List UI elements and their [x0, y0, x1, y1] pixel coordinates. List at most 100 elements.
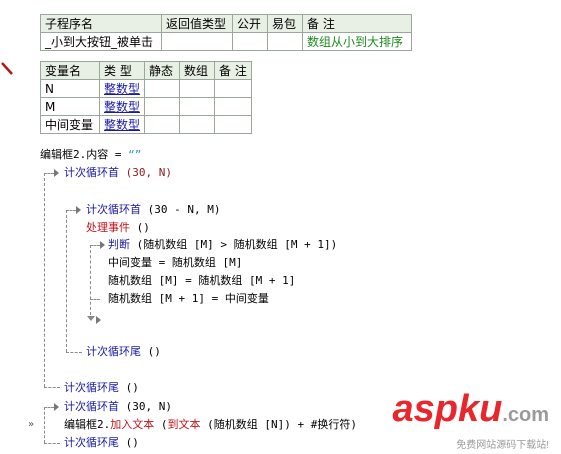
code-line-add-text[interactable]: 编辑框2.加入文本 (到文本 (随机数组 [N]) + #换行符)	[64, 418, 357, 432]
outer-loop-guide	[44, 173, 45, 387]
code-line-loop-outer-end[interactable]: 计次循环尾 ()	[64, 381, 139, 395]
var-array-cell[interactable]	[179, 79, 216, 98]
code-line-assign[interactable]: 编辑框2.内容 = “”	[40, 148, 141, 162]
second-loop-guide	[44, 407, 45, 443]
inner-loop-guide	[66, 210, 67, 352]
to-text-function: 到文本	[167, 418, 201, 431]
if-top-tick	[90, 245, 100, 246]
loop-arrow-icon	[54, 403, 59, 411]
subroutine-name-cell[interactable]: _小到大按钮_被单击	[40, 32, 162, 51]
paren-open: (	[154, 418, 168, 431]
var-array-cell[interactable]	[179, 97, 216, 116]
statement-text: 中间变量 = 随机数组 [M]	[108, 256, 243, 269]
col-var-name: 变量名	[40, 61, 100, 80]
variable-header-row: 变量名 类 型 静态 数组 备 注	[40, 61, 253, 80]
variable-table: 变量名 类 型 静态 数组 备 注 N 整数型 M 整数型 中间变量 整数型	[40, 61, 253, 134]
do-events-args: ()	[130, 221, 150, 234]
variable-row[interactable]: 中间变量 整数型	[40, 115, 253, 134]
code-line-loop-outer[interactable]: 计次循环首 (30, N)	[64, 166, 172, 180]
code-line-do-events[interactable]: 处理事件 ()	[86, 221, 150, 235]
col-static: 静态	[144, 61, 181, 80]
statement-text: 随机数组 [M] = 随机数组 [M + 1]	[108, 274, 296, 287]
add-text-args: (随机数组 [N]) + #换行符)	[200, 418, 357, 431]
var-name-cell[interactable]: 中间变量	[40, 115, 100, 134]
col-easy-pack: 易包	[267, 14, 303, 33]
loop-end-args: ()	[119, 436, 139, 449]
loop-start-keyword: 计次循环首	[64, 166, 119, 179]
second-loop-bottom-tick	[44, 443, 60, 444]
loop-args: (30, N)	[119, 400, 172, 413]
loop-end-args: ()	[119, 381, 139, 394]
watermark-tagline: 免费网站源码下载站!	[456, 440, 549, 451]
remark-cell[interactable]: 数组从小到大排序	[302, 32, 412, 51]
outer-loop-top-tick	[44, 173, 54, 174]
col-public: 公开	[232, 14, 268, 33]
variable-row[interactable]: N 整数型	[40, 79, 253, 98]
variable-row[interactable]: M 整数型	[40, 97, 253, 116]
var-remark-cell[interactable]	[214, 115, 253, 134]
var-remark-cell[interactable]	[214, 97, 253, 116]
subroutine-header-row: 子程序名 返回值类型 公开 易包 备 注	[40, 14, 412, 33]
col-var-remark: 备 注	[214, 61, 253, 80]
col-return-type: 返回值类型	[161, 14, 233, 33]
edit-box-ref: 编辑框2.	[64, 418, 111, 431]
assign-target: 编辑框2.内容 =	[40, 148, 129, 161]
second-loop-top-tick	[44, 407, 54, 408]
col-subroutine-name: 子程序名	[40, 14, 162, 33]
var-name-cell[interactable]: N	[40, 79, 100, 98]
code-line-assign-m[interactable]: 随机数组 [M] = 随机数组 [M + 1]	[108, 274, 295, 288]
code-line-assign-m1[interactable]: 随机数组 [M + 1] = 中间变量	[108, 292, 269, 306]
loop-start-keyword: 计次循环首	[86, 203, 141, 216]
if-branch-tick	[90, 299, 100, 300]
if-arrow-icon	[100, 241, 105, 249]
if-end-arrow-icon	[87, 316, 95, 321]
watermark-brand: aspku	[392, 388, 503, 430]
subroutine-row[interactable]: _小到大按钮_被单击 数组从小到大排序	[40, 32, 412, 51]
inner-loop-top-tick	[66, 210, 76, 211]
loop-arrow-icon	[54, 169, 59, 177]
if-condition: (随机数组 [M] > 随机数组 [M + 1])	[130, 238, 338, 251]
var-name-cell[interactable]: M	[40, 97, 100, 116]
loop-args: (30 - N, M)	[141, 203, 221, 216]
code-line-loop-inner-end[interactable]: 计次循环尾 ()	[86, 345, 161, 359]
var-remark-cell[interactable]	[214, 79, 253, 98]
watermark-logo: aspku.com 免费网站源码下载站!	[392, 390, 549, 451]
loop-args: (30, N)	[119, 166, 172, 179]
if-end-right-arrow-icon	[96, 316, 101, 324]
code-line-loop-inner[interactable]: 计次循环首 (30 - N, M)	[86, 203, 220, 217]
col-var-type: 类 型	[98, 61, 146, 80]
var-static-cell[interactable]	[144, 115, 181, 134]
code-line-loop-second-end[interactable]: 计次循环尾 ()	[64, 436, 139, 450]
breakpoint-marker-icon	[1, 62, 13, 75]
var-static-cell[interactable]	[144, 97, 181, 116]
col-array: 数组	[179, 61, 216, 80]
do-events-keyword: 处理事件	[86, 221, 130, 234]
col-remark: 备 注	[302, 14, 412, 33]
loop-end-args: ()	[141, 345, 161, 358]
var-array-cell[interactable]	[179, 115, 216, 134]
public-cell[interactable]	[232, 32, 268, 51]
watermark-suffix: .com	[502, 404, 549, 426]
easy-pack-cell[interactable]	[267, 32, 303, 51]
loop-end-keyword: 计次循环尾	[86, 345, 141, 358]
code-line-loop-second[interactable]: 计次循环首 (30, N)	[64, 400, 172, 414]
if-guide	[90, 245, 91, 315]
inner-loop-bottom-tick	[66, 352, 82, 353]
empty-string-literal: “”	[128, 148, 142, 161]
var-static-cell[interactable]	[144, 79, 181, 98]
if-keyword: 判断	[108, 238, 130, 251]
code-line-assign-temp[interactable]: 中间变量 = 随机数组 [M]	[108, 256, 242, 270]
var-type-cell[interactable]: 整数型	[98, 79, 146, 98]
subroutine-table: 子程序名 返回值类型 公开 易包 备 注 _小到大按钮_被单击 数组从小到大排序	[40, 14, 412, 51]
var-type-cell[interactable]: 整数型	[98, 97, 146, 116]
statement-text: 随机数组 [M + 1] = 中间变量	[108, 292, 269, 305]
loop-end-keyword: 计次循环尾	[64, 381, 119, 394]
loop-start-keyword: 计次循环首	[64, 400, 119, 413]
add-text-method: 加入文本	[110, 418, 155, 431]
return-type-cell[interactable]	[161, 32, 233, 51]
current-line-marker-icon: »	[28, 419, 35, 430]
var-type-cell[interactable]: 整数型	[98, 115, 146, 134]
loop-arrow-icon	[76, 206, 81, 214]
code-line-if[interactable]: 判断 (随机数组 [M] > 随机数组 [M + 1])	[108, 238, 337, 252]
loop-end-keyword: 计次循环尾	[64, 436, 119, 449]
